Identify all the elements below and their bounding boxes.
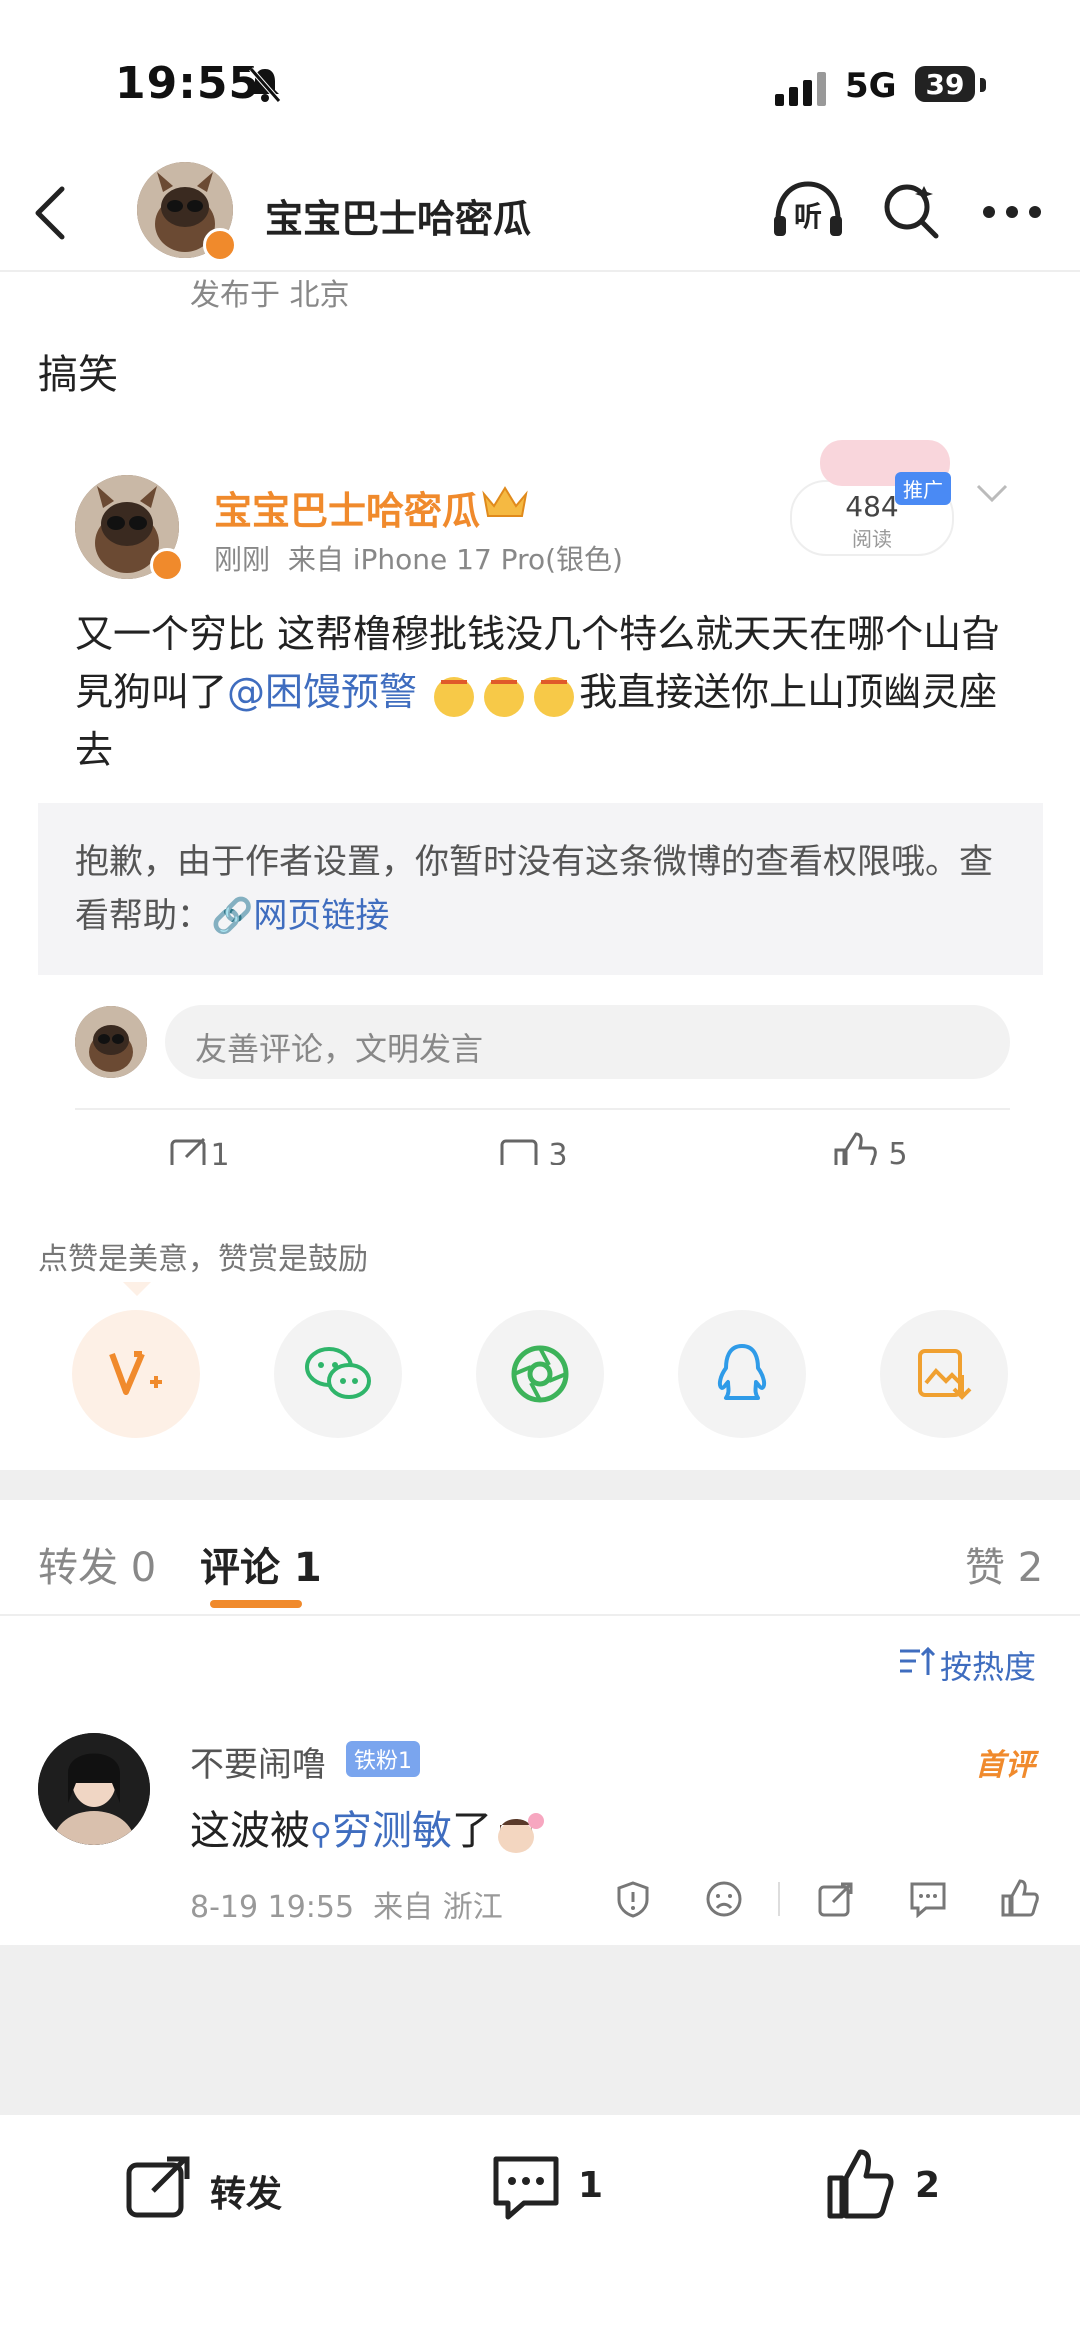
bottom-like-count: 2 <box>915 2165 941 2206</box>
card-like-action[interactable]: 5 <box>832 1130 912 1165</box>
svg-text:听: 听 <box>794 200 822 233</box>
search-icon[interactable] <box>880 180 942 242</box>
card-author-name[interactable]: 宝宝巴士哈密瓜 <box>214 480 480 535</box>
header-divider <box>0 270 1080 272</box>
tab-repost[interactable]: 转发 0 <box>38 1535 156 1593</box>
webpage-link[interactable]: 网页链接 <box>253 896 389 936</box>
praise-note: 点赞是美意，赞赏是鼓励 <box>38 1242 368 1277</box>
comment-text-post: 了 <box>451 1808 492 1854</box>
card-comment-action[interactable]: 3 <box>500 1135 580 1165</box>
battery-tip <box>980 78 986 92</box>
bottom-comment-icon[interactable] <box>490 2153 562 2223</box>
sort-label[interactable]: 按热度 <box>940 1642 1036 1688</box>
commenter-name[interactable]: 不要闹噜 <box>190 1737 326 1786</box>
moments-share-button[interactable] <box>476 1310 604 1438</box>
bottom-like-icon[interactable] <box>826 2148 896 2220</box>
header-author-name[interactable]: 宝宝巴士哈密瓜 <box>265 188 531 243</box>
card-like-count: 5 <box>888 1137 907 1165</box>
card-verified-badge-icon <box>150 548 184 582</box>
comment-text-pre: 这波被 <box>190 1808 310 1854</box>
section-gap <box>0 1470 1080 1500</box>
comment-meta: 8-19 19:55 来自 浙江 <box>190 1882 503 1926</box>
tab-active-underline <box>210 1600 302 1608</box>
comment-text: 这波被⚲穷测敏了 <box>190 1798 546 1856</box>
first-comment-tag: 首评 <box>975 1748 1035 1783</box>
battery-indicator: 39 <box>915 66 975 102</box>
comment-location: 来自 浙江 <box>373 1890 503 1925</box>
bottom-toolbar <box>0 2115 1080 2348</box>
card-time: 刚刚 <box>214 543 271 576</box>
sticker-icon <box>492 1811 546 1855</box>
emoji-group-icon <box>429 670 579 720</box>
crown-icon <box>480 482 530 522</box>
card-repost-action[interactable]: 1 <box>170 1135 230 1165</box>
verified-badge-icon <box>203 228 237 262</box>
mention-link[interactable]: @困馒预警 <box>227 670 417 714</box>
card-action-divider <box>75 1108 1010 1110</box>
comment-like-icon[interactable] <box>1000 1878 1040 1918</box>
tabs-divider <box>0 1614 1080 1616</box>
qq-share-button[interactable] <box>678 1310 806 1438</box>
comment-reply-icon[interactable] <box>908 1880 948 1918</box>
comment-avatar-small <box>75 1006 147 1078</box>
save-image-button[interactable] <box>880 1310 1008 1438</box>
chevron-down-icon[interactable] <box>975 482 1009 504</box>
bottom-repost-label[interactable]: 转发 <box>210 2165 282 2217</box>
fan-badge: 铁粉1 <box>346 1741 420 1777</box>
post-text: 搞笑 <box>38 352 118 398</box>
link-icon: 🔗 <box>211 896 254 936</box>
reward-button[interactable] <box>72 1310 200 1438</box>
commenter-avatar[interactable] <box>38 1733 150 1845</box>
dislike-face-icon[interactable] <box>705 1880 743 1918</box>
back-button[interactable] <box>30 185 70 241</box>
comment-placeholder: 友善评论，文明发言 <box>195 1030 484 1068</box>
comment-share-icon[interactable] <box>817 1880 855 1918</box>
location-line: 发布于 北京 <box>190 278 350 313</box>
status-time: 19:55 <box>115 58 261 109</box>
restricted-text-block: 抱歉，由于作者设置，你暂时没有这条微博的查看权限哦。查看帮助：🔗网页链接 <box>75 835 995 943</box>
bell-mute-icon <box>248 66 282 104</box>
bottom-repost-icon[interactable] <box>125 2155 195 2219</box>
card-repost-count: 1 <box>210 1138 229 1165</box>
listen-icon[interactable]: 听 <box>770 180 846 240</box>
tab-like[interactable]: 赞 2 <box>965 1535 1043 1593</box>
card-body: 又一个穷比 这帮橹穆批钱没几个特么就天天在哪个山旮旯狗叫了@困馒预警 我直接送你… <box>75 605 1015 779</box>
action-separator <box>778 1882 780 1916</box>
search-term-link[interactable]: 穷测敏 <box>332 1808 452 1854</box>
network-type: 5G <box>845 66 897 106</box>
promo-badge: 推广 <box>895 472 951 505</box>
card-comment-count: 3 <box>548 1138 567 1165</box>
wechat-share-button[interactable] <box>274 1310 402 1438</box>
report-icon[interactable] <box>614 1880 652 1918</box>
card-meta: 刚刚 来自 iPhone 17 Pro(银色) <box>214 538 623 578</box>
tab-comment[interactable]: 评论 1 <box>200 1535 322 1593</box>
card-source: 来自 iPhone 17 Pro(银色) <box>287 543 623 576</box>
search-small-icon: ⚲ <box>310 1817 332 1852</box>
praise-pointer <box>123 1282 151 1296</box>
bottom-comment-count: 1 <box>578 2165 604 2206</box>
comment-date: 8-19 19:55 <box>190 1890 355 1925</box>
comments-end-area <box>0 1945 1080 2115</box>
signal-icon <box>775 72 827 106</box>
sort-icon[interactable] <box>898 1645 936 1679</box>
more-icon[interactable] <box>982 205 1042 219</box>
read-label: 阅读 <box>852 527 892 551</box>
